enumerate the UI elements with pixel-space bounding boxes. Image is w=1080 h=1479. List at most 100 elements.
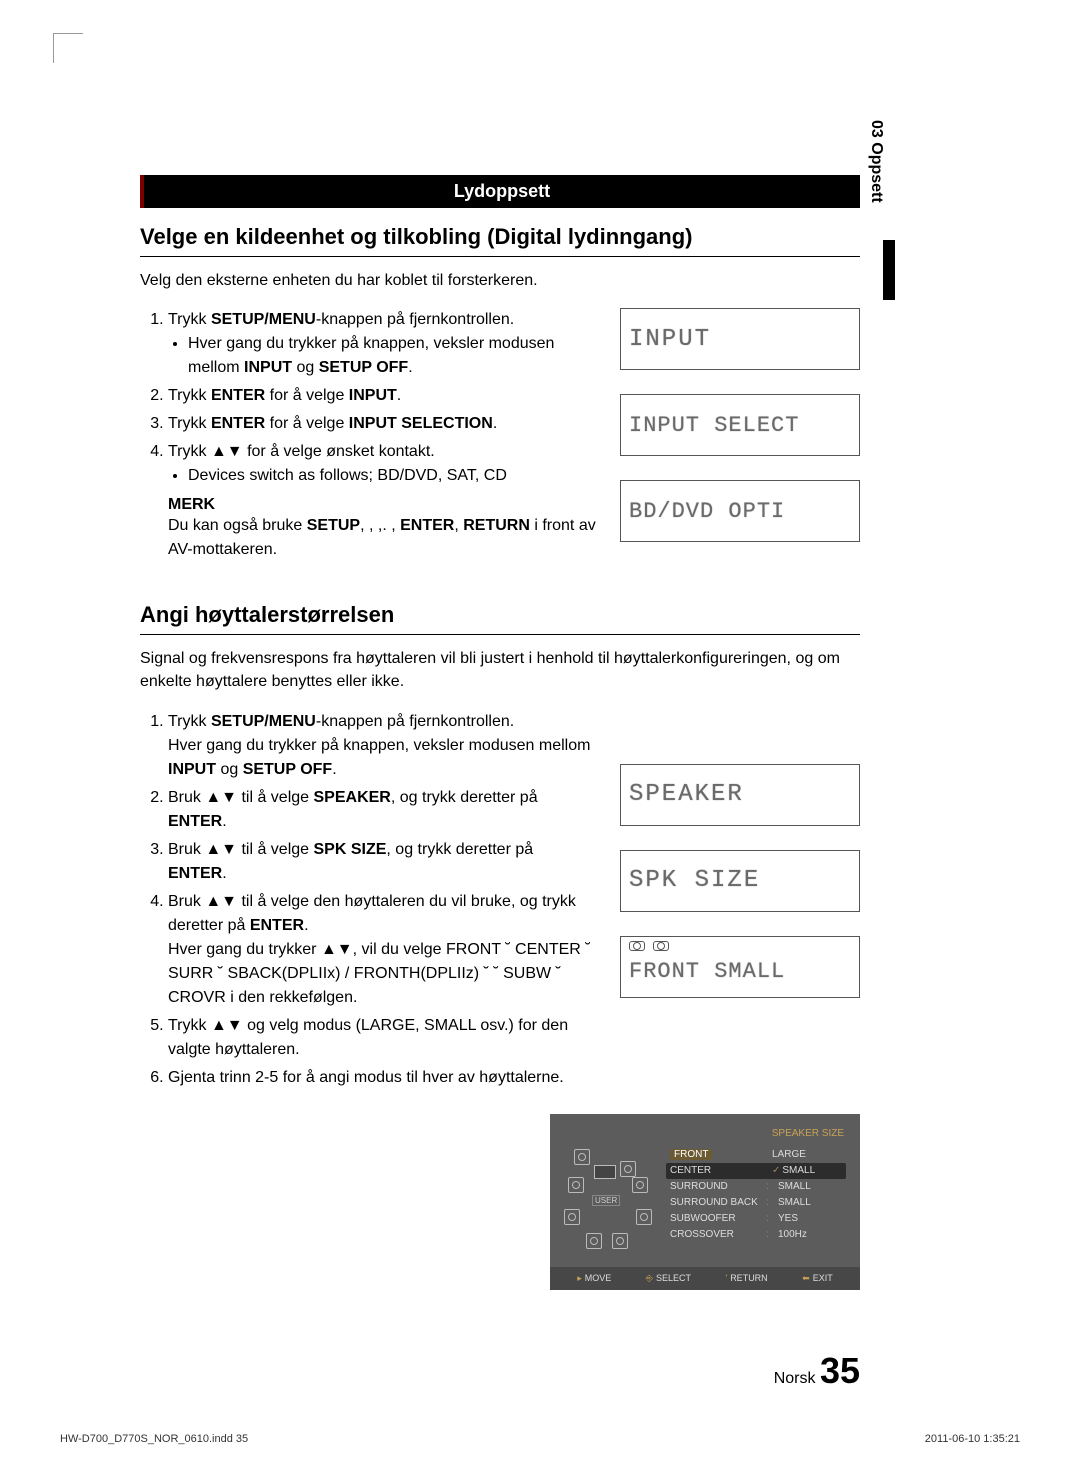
osd-value: ✓SMALL — [766, 1165, 846, 1176]
text: Trykk — [168, 415, 211, 432]
text-bold: ENTER — [168, 813, 222, 830]
text: , og trykk deretter på — [391, 789, 538, 806]
spk-step-2: Bruk ▲▼ til å velge SPEAKER, og trykk de… — [168, 786, 596, 834]
text-bold: SETUP — [307, 517, 360, 534]
text: Bruk ▲▼ til å velge — [168, 789, 314, 806]
text-bold: SETUP/MENU — [211, 713, 316, 730]
text-bold: SPK SIZE — [314, 841, 387, 858]
lcd-speaker: SPEAKER — [620, 764, 860, 826]
text: Trykk — [168, 311, 211, 328]
text-bold: ENTER — [211, 415, 265, 432]
text-bold: ENTER — [211, 387, 265, 404]
spk-step-5: Trykk ▲▼ og velg modus (LARGE, SMALL osv… — [168, 1014, 596, 1062]
text: . — [304, 917, 308, 934]
text-bold: SETUP OFF — [243, 761, 333, 778]
step-3: Trykk ENTER for å velge INPUT SELECTION. — [168, 412, 596, 436]
osd-value: SMALL — [772, 1181, 846, 1192]
step-2: Trykk ENTER for å velge INPUT. — [168, 384, 596, 408]
osd-list: FRONT LARGE CENTER ✓SMALL SURROUND: SMAL… — [666, 1147, 846, 1257]
osd-row: CENTER ✓SMALL — [666, 1163, 846, 1179]
speaker-icon — [620, 1161, 636, 1177]
step-4: Trykk ▲▼ for å velge ønsket kontakt. Dev… — [168, 440, 596, 488]
footer-meta: HW-D700_D770S_NOR_0610.indd 35 2011-06-1… — [60, 1433, 1020, 1445]
lcd-input-select: INPUT SELECT — [620, 394, 860, 456]
text: . — [332, 761, 336, 778]
osd-value: YES — [772, 1213, 846, 1224]
footer-date: 2011-06-10 1:35:21 — [925, 1433, 1020, 1445]
page-number: Norsk 35 — [140, 1350, 860, 1392]
spk-step-4: Bruk ▲▼ til å velge den høyttaleren du v… — [168, 890, 596, 1010]
text: -knappen på fjernkontrollen. — [316, 311, 514, 328]
side-tab-marker — [883, 240, 895, 300]
text: Trykk — [168, 387, 211, 404]
crop-mark-tl — [53, 33, 83, 63]
text: RETURN — [730, 1273, 768, 1283]
page-num-value: 35 — [820, 1350, 860, 1391]
lcd-text: SPK SIZE — [629, 867, 760, 894]
return-icon: ' — [725, 1273, 727, 1283]
speaker-icon — [612, 1233, 628, 1249]
lcd-text: INPUT SELECT — [629, 413, 799, 438]
step-1-bullet: Hver gang du trykker på knappen, veksler… — [188, 332, 596, 380]
text: for å velge — [265, 415, 349, 432]
osd-title: SPEAKER SIZE — [550, 1124, 860, 1147]
text: . — [222, 865, 226, 882]
section-bar: Lydoppsett — [140, 175, 860, 208]
speaker-icon — [564, 1209, 580, 1225]
tv-icon — [594, 1165, 616, 1179]
lcd-text: BD/DVD OPTI — [629, 499, 785, 524]
speaker-icon — [629, 941, 645, 951]
osd-label: CROSSOVER — [666, 1229, 766, 1240]
intro-source: Velg den eksterne enheten du har koblet … — [140, 269, 860, 292]
page-content: Lydoppsett Velge en kildeenhet og tilkob… — [140, 175, 860, 1392]
text-bold: ENTER — [400, 517, 454, 534]
speaker-icon — [653, 941, 669, 951]
text: , — [454, 517, 463, 534]
lcd-spk-size: SPK SIZE — [620, 850, 860, 912]
exit-icon: ⬅ — [802, 1273, 810, 1284]
step-4-bullet: Devices switch as follows; BD/DVD, SAT, … — [188, 464, 596, 488]
text: SELECT — [656, 1273, 691, 1283]
osd-label: FRONT — [670, 1149, 712, 1160]
text: , og trykk deretter på — [386, 841, 533, 858]
text: . — [493, 415, 497, 432]
osd-footer: ▸MOVE ⎆SELECT 'RETURN ⬅EXIT — [550, 1267, 860, 1290]
osd-label: CENTER — [666, 1165, 766, 1176]
speaker-icon — [574, 1149, 590, 1165]
osd-row: CROSSOVER: 100Hz — [666, 1227, 846, 1243]
text-bold: ENTER — [250, 917, 304, 934]
side-tab: 03 Oppsett — [867, 120, 885, 203]
osd-value: SMALL — [772, 1197, 846, 1208]
osd-panel: SPEAKER SIZE USER FRONT — [550, 1114, 860, 1290]
spk-step-3: Bruk ▲▼ til å velge SPK SIZE, og trykk d… — [168, 838, 596, 886]
nav-icon: ▸ — [577, 1273, 582, 1284]
heading-source: Velge en kildeenhet og tilkobling (Digit… — [140, 224, 860, 257]
speaker-icon — [568, 1177, 584, 1193]
text: Bruk ▲▼ til å velge — [168, 841, 314, 858]
speaker-icon — [586, 1233, 602, 1249]
text-bold: INPUT — [244, 359, 292, 376]
text-bold: INPUT SELECTION — [349, 415, 493, 432]
merk-body: Du kan også bruke SETUP, , ,. , ENTER, R… — [168, 514, 596, 562]
speaker-steps: Trykk SETUP/MENU-knappen på fjernkontrol… — [140, 710, 596, 1094]
text-bold: SPEAKER — [314, 789, 391, 806]
source-steps: Trykk SETUP/MENU-knappen på fjernkontrol… — [140, 308, 596, 562]
check-icon: ✓ — [772, 1165, 780, 1176]
spk-step-6: Gjenta trinn 2-5 for å angi modus til hv… — [168, 1066, 596, 1090]
text: Hver gang du trykker på knappen, veksler… — [168, 737, 590, 754]
text-bold: INPUT — [168, 761, 216, 778]
text: EXIT — [813, 1273, 833, 1283]
footer-file: HW-D700_D770S_NOR_0610.indd 35 — [60, 1433, 248, 1445]
speaker-icon — [632, 1177, 648, 1193]
text: SMALL — [782, 1165, 815, 1176]
text: og — [292, 359, 319, 376]
osd-row: SURROUND: SMALL — [666, 1179, 846, 1195]
text: -knappen på fjernkontrollen. — [316, 713, 514, 730]
osd-row: SUBWOOFER: YES — [666, 1211, 846, 1227]
text: for å velge — [265, 387, 349, 404]
osd-value: LARGE — [766, 1149, 846, 1160]
speaker-layout-diagram: USER — [564, 1147, 654, 1257]
osd-label: SUBWOOFER — [666, 1213, 766, 1224]
text: . — [397, 387, 401, 404]
text: MOVE — [585, 1273, 612, 1283]
